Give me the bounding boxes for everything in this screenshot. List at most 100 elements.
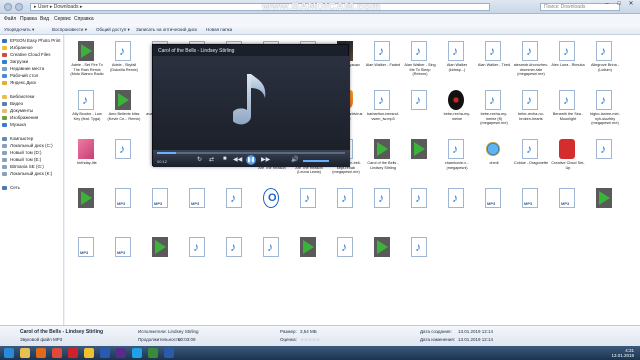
file-item[interactable]: Coldoe - Dragonette [513,137,549,185]
seek-bar[interactable] [157,152,345,154]
file-item[interactable] [402,235,438,283]
sidebar-item[interactable]: Видео [2,100,23,107]
file-item[interactable]: Alex Luna - Rimuka [550,39,586,87]
new-folder-button[interactable]: Новая папка [206,27,232,32]
bandicam-icon[interactable] [148,348,158,358]
file-item[interactable] [550,186,586,234]
start-button-icon[interactable] [4,348,14,358]
file-item[interactable] [106,137,142,185]
minimize-button[interactable]: – [601,0,613,8]
file-item[interactable] [143,235,179,283]
volume-slider[interactable] [303,160,329,162]
file-item[interactable] [365,235,401,283]
previous-icon[interactable]: ◀◀ [233,156,242,163]
sidebar-item[interactable]: Библиотеки [2,93,34,100]
media-player-icon[interactable] [36,348,46,358]
rating-stars[interactable]: ☆☆☆☆☆ [300,337,320,343]
sidebar-item[interactable]: EPSON Easy Photo Print [2,37,61,44]
maximize-button[interactable]: □ [613,0,625,8]
file-item[interactable]: Allegrové Brina - (Lidium) [587,39,623,87]
file-item[interactable]: Adele - Set Fire To The Rain Remix (Moto… [69,39,105,87]
file-item[interactable] [217,235,253,283]
stop-icon[interactable]: ■ [223,156,227,162]
file-item[interactable] [69,235,105,283]
file-item[interactable] [254,235,290,283]
word-icon[interactable] [164,348,174,358]
file-item[interactable] [180,186,216,234]
organize-button[interactable]: Упорядочить ▾ [4,27,34,33]
file-item[interactable] [587,137,623,185]
sidebar-item[interactable]: Документы [2,107,33,114]
file-item[interactable] [254,186,290,234]
media-player-window[interactable]: Carol of the Bells - Lindsey Stirling 00… [152,44,350,167]
skype-icon[interactable] [132,348,142,358]
file-item[interactable] [217,186,253,234]
file-item[interactable]: Alan Walker (kidnsp...) [439,39,475,87]
file-item[interactable]: Adele - Skyfall (Dubzilla Remix) [106,39,142,87]
shuffle-icon[interactable]: ⇄ [209,156,214,163]
file-item[interactable]: bebe-rexha-my-meine (ft) (megapesni.me) [476,88,512,136]
sidebar-item[interactable]: Локальный диск (K:) [2,170,52,177]
close-button[interactable]: ✕ [625,0,637,8]
file-item[interactable]: chamkovie-v... (megapesni) [439,137,475,185]
chrome-icon[interactable] [52,348,62,358]
file-item[interactable] [365,186,401,234]
file-item[interactable] [402,137,438,185]
file-item[interactable]: barbariton-beesnd-vsem_tw.mp3 [365,88,401,136]
next-icon[interactable]: ▶▶ [261,156,270,163]
file-item[interactable] [587,186,623,234]
menu-edit[interactable]: Правка [20,16,37,22]
opera-icon[interactable] [68,348,78,358]
file-item[interactable] [476,186,512,234]
menu-help[interactable]: Справка [74,16,94,22]
play-all-button[interactable]: Воспроизвести ▾ [52,27,87,33]
sidebar-item[interactable]: Рабочий стол [2,72,38,79]
file-item[interactable] [328,235,364,283]
menu-tools[interactable]: Сервис [54,16,71,22]
menu-view[interactable]: Вид [40,16,49,22]
system-clock[interactable]: 4:31 13.01.2019 [611,348,634,358]
file-item[interactable]: Alan Walker - Tired [476,39,512,87]
sidebar-item[interactable]: Компьютер [2,135,33,142]
file-item[interactable] [143,186,179,234]
repeat-icon[interactable]: ↻ [197,156,202,163]
file-item[interactable] [439,186,475,234]
sidebar-item[interactable]: Изображения [2,114,38,121]
sidebar-item[interactable]: Сеть [2,184,20,191]
pause-button[interactable]: ❚❚ [246,155,256,165]
file-item[interactable]: Ally Brooke - Low Key (feat. Tyga) [69,88,105,136]
explorer-icon[interactable] [20,348,30,358]
sidebar-item[interactable]: Bitmania SE (G:) [2,163,44,170]
file-item[interactable]: bigbo-lanme-mei-nyh-sluzhby (megapesni.m… [587,88,623,136]
file-item[interactable]: bebe-rexha-no-broken-hearts [513,88,549,136]
file-item[interactable] [402,88,438,136]
file-item[interactable]: Beneath the Sea - Moonlight [550,88,586,136]
address-field[interactable]: ▸ User ▸ Downloads ▸ [30,3,490,11]
photoshop-icon[interactable] [100,348,110,358]
file-item[interactable]: Creative Cloud Set-Up [550,137,586,185]
file-item[interactable] [328,186,364,234]
file-item[interactable]: Amo Bellevie bliss (Kevin Ce... Remix) [106,88,142,136]
file-item[interactable]: Carol of the Bells - Lindsey Stirling [365,137,401,185]
forward-icon[interactable] [15,3,23,11]
file-item[interactable]: birthday-life [69,137,105,185]
burn-button[interactable]: Записать на оптический диск [136,27,197,32]
file-item[interactable]: Alan Walker - Faded [365,39,401,87]
sidebar-item[interactable]: Загрузки [2,58,28,65]
share-button[interactable]: Общий доступ ▾ [96,27,130,33]
sidebar-item[interactable]: Избранное [2,44,33,51]
back-icon[interactable] [4,3,12,11]
sidebar-item[interactable]: Новый том (E:) [2,156,41,163]
menu-file[interactable]: Файл [4,16,16,22]
volume-icon[interactable]: 🔊 [291,156,298,163]
file-item[interactable]: bebe-rexha-my-meine [439,88,475,136]
file-item[interactable] [402,186,438,234]
sidebar-item[interactable]: Музыка [2,121,26,128]
file-item[interactable] [291,186,327,234]
file-item[interactable]: chedi [476,137,512,185]
sidebar-item[interactable]: Локальный диск (C:) [2,142,53,149]
sidebar-item[interactable]: Новый том (D:) [2,149,42,156]
file-item[interactable] [291,235,327,283]
file-item[interactable] [106,235,142,283]
file-item[interactable]: alexandr-khoruzhev-drummer-tale (megapes… [513,39,549,87]
